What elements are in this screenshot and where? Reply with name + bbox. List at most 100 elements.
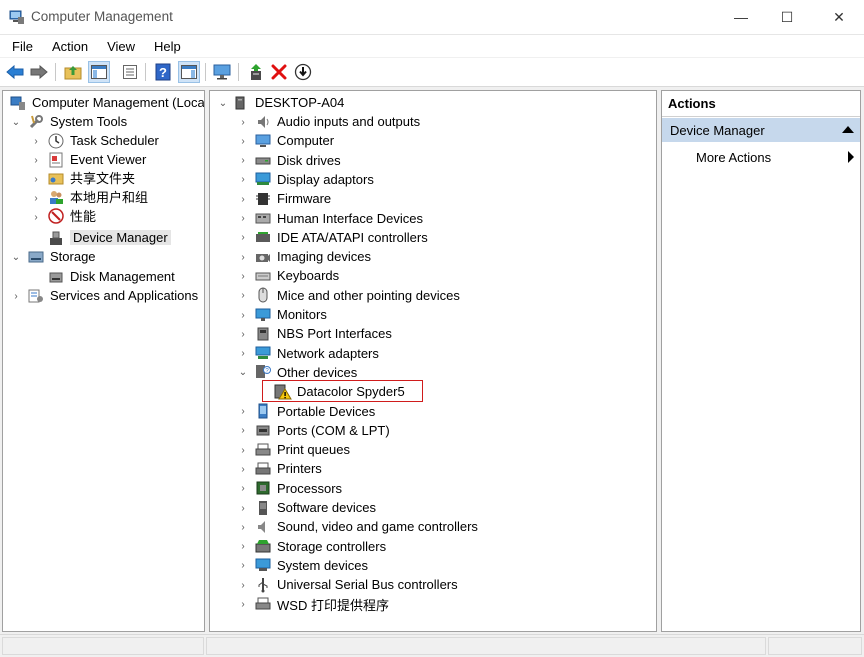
- device-category[interactable]: Universal Serial Bus controllers: [254, 575, 458, 594]
- device-category[interactable]: Display adaptors: [254, 170, 374, 189]
- device-category[interactable]: Sound, video and game controllers: [254, 517, 478, 536]
- menu-view[interactable]: View: [101, 39, 142, 54]
- back-button[interactable]: [4, 61, 26, 83]
- port-interface-icon: [254, 325, 272, 343]
- device-category[interactable]: Keyboards: [254, 266, 339, 285]
- chevron-right-icon[interactable]: ›: [238, 560, 248, 571]
- up-one-level-button[interactable]: [62, 61, 84, 83]
- device-category[interactable]: Print queues: [254, 440, 350, 459]
- device-category[interactable]: Firmware: [254, 189, 331, 208]
- chevron-right-icon[interactable]: ›: [31, 212, 41, 223]
- chevron-right-icon[interactable]: ›: [238, 155, 248, 166]
- chevron-right-icon[interactable]: ›: [238, 464, 248, 475]
- device-category[interactable]: Computer: [254, 131, 334, 150]
- chevron-right-icon[interactable]: ›: [238, 541, 248, 552]
- chevron-right-icon[interactable]: ›: [238, 406, 248, 417]
- chevron-right-icon[interactable]: ›: [238, 329, 248, 340]
- chevron-right-icon[interactable]: ›: [238, 194, 248, 205]
- enable-device-button[interactable]: [292, 61, 314, 83]
- tree-item-device-manager[interactable]: Device Manager: [47, 228, 171, 247]
- properties-button[interactable]: [119, 61, 141, 83]
- submenu-arrow-icon[interactable]: [848, 151, 854, 163]
- minimize-button[interactable]: —: [718, 0, 764, 34]
- chevron-right-icon[interactable]: ›: [238, 271, 248, 282]
- device-category[interactable]: WSD 打印提供程序: [254, 595, 389, 614]
- menu-file[interactable]: File: [6, 39, 40, 54]
- disk-management-icon: [47, 268, 65, 286]
- device-category[interactable]: System devices: [254, 556, 368, 575]
- device-category[interactable]: Imaging devices: [254, 247, 371, 266]
- close-button[interactable]: ✕: [816, 0, 862, 34]
- chevron-right-icon[interactable]: ›: [238, 290, 248, 301]
- chevron-down-icon[interactable]: ⌄: [11, 117, 21, 128]
- tree-item-local-users[interactable]: 本地用户和组: [47, 187, 148, 206]
- device-category[interactable]: Network adapters: [254, 344, 379, 363]
- device-category[interactable]: Processors: [254, 479, 342, 498]
- chevron-right-icon[interactable]: ›: [11, 291, 21, 302]
- chevron-right-icon[interactable]: ›: [238, 445, 248, 456]
- device-category[interactable]: Audio inputs and outputs: [254, 112, 420, 131]
- update-driver-button[interactable]: [245, 61, 267, 83]
- device-category[interactable]: Human Interface Devices: [254, 209, 423, 228]
- tree-item-performance[interactable]: 性能: [47, 206, 96, 225]
- tree-item-disk-management[interactable]: Disk Management: [47, 267, 175, 286]
- device-category-label: Mice and other pointing devices: [277, 287, 460, 303]
- device-category[interactable]: NBS Port Interfaces: [254, 324, 392, 343]
- tree-item-services-and-applications[interactable]: Services and Applications: [27, 286, 198, 305]
- chevron-right-icon[interactable]: ›: [238, 252, 248, 263]
- help-button[interactable]: ?: [152, 61, 174, 83]
- menu-help[interactable]: Help: [148, 39, 188, 54]
- device-tree-root[interactable]: DESKTOP-A04: [232, 93, 344, 112]
- chevron-right-icon[interactable]: ›: [238, 580, 248, 591]
- chevron-right-icon[interactable]: ›: [238, 503, 248, 514]
- device-category-label: Universal Serial Bus controllers: [277, 577, 458, 593]
- device-category[interactable]: Storage controllers: [254, 537, 386, 556]
- tree-item-event-viewer[interactable]: Event Viewer: [47, 150, 146, 169]
- device-tree-pane: ⌄ DESKTOP-A04 Datacolor Spyder5 › Audio i…: [209, 90, 657, 632]
- device-category[interactable]: Monitors: [254, 305, 327, 324]
- chevron-right-icon[interactable]: ›: [238, 117, 248, 128]
- device-category[interactable]: IDE ATA/ATAPI controllers: [254, 228, 428, 247]
- tree-item-task-scheduler[interactable]: Task Scheduler: [47, 131, 159, 150]
- collapse-up-icon[interactable]: [842, 126, 854, 133]
- chevron-right-icon[interactable]: ›: [31, 193, 41, 204]
- chevron-down-icon[interactable]: ⌄: [11, 252, 21, 263]
- status-cell: [2, 637, 204, 655]
- menu-action[interactable]: Action: [46, 39, 95, 54]
- tree-item-storage[interactable]: Storage: [27, 247, 96, 266]
- chevron-down-icon[interactable]: ⌄: [238, 367, 248, 378]
- scan-hardware-button[interactable]: [211, 61, 233, 83]
- device-category[interactable]: Software devices: [254, 498, 376, 517]
- more-actions-item[interactable]: More Actions: [696, 147, 771, 167]
- chevron-right-icon[interactable]: ›: [238, 348, 248, 359]
- tree-item-shared-folders[interactable]: 共享文件夹: [47, 168, 135, 187]
- tree-item-computer-management[interactable]: Computer Management (Local): [9, 93, 204, 112]
- chevron-right-icon[interactable]: ›: [238, 213, 248, 224]
- device-category[interactable]: Mice and other pointing devices: [254, 286, 460, 305]
- chevron-right-icon[interactable]: ›: [238, 232, 248, 243]
- show-hide-action-pane-button[interactable]: [178, 61, 200, 83]
- tree-item-system-tools[interactable]: System Tools: [27, 112, 127, 131]
- maximize-button[interactable]: ☐: [764, 0, 810, 34]
- chevron-right-icon[interactable]: ›: [238, 522, 248, 533]
- chevron-right-icon[interactable]: ›: [238, 425, 248, 436]
- device-category[interactable]: Disk drives: [254, 151, 341, 170]
- chevron-right-icon[interactable]: ›: [238, 310, 248, 321]
- uninstall-device-button[interactable]: [268, 61, 290, 83]
- chevron-right-icon[interactable]: ›: [238, 599, 248, 610]
- back-arrow-icon: [6, 65, 24, 79]
- chevron-right-icon[interactable]: ›: [238, 174, 248, 185]
- forward-button[interactable]: [28, 61, 50, 83]
- chevron-right-icon[interactable]: ›: [238, 483, 248, 494]
- chevron-right-icon[interactable]: ›: [31, 155, 41, 166]
- device-category[interactable]: Ports (COM & LPT): [254, 421, 390, 440]
- chevron-right-icon[interactable]: ›: [238, 136, 248, 147]
- chevron-down-icon[interactable]: ⌄: [218, 98, 228, 109]
- chevron-right-icon[interactable]: ›: [31, 174, 41, 185]
- uninstall-icon: [271, 64, 287, 80]
- device-category[interactable]: Printers: [254, 459, 322, 478]
- chevron-right-icon[interactable]: ›: [31, 136, 41, 147]
- show-hide-console-tree-button[interactable]: [88, 61, 110, 83]
- device-category[interactable]: Portable Devices: [254, 402, 375, 421]
- actions-section-device-manager[interactable]: Device Manager: [662, 118, 860, 142]
